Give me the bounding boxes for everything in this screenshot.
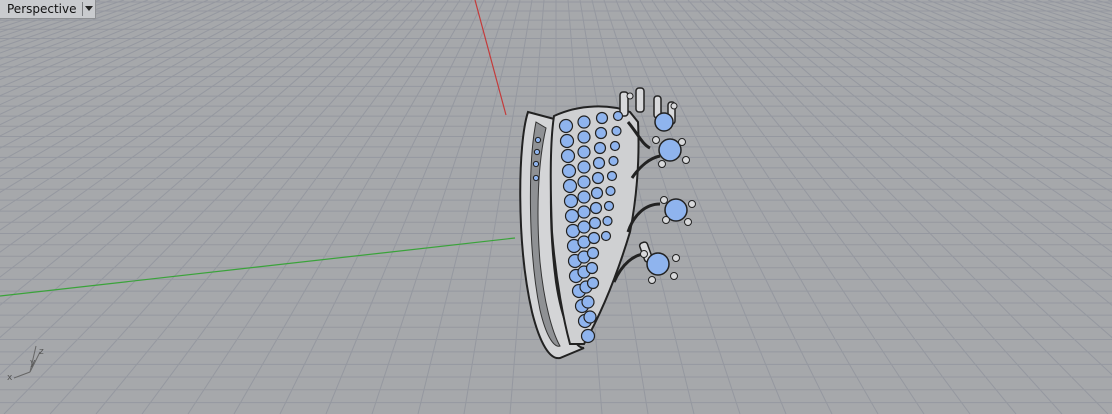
pave-gem — [585, 261, 599, 275]
ring-model[interactable] — [510, 82, 720, 372]
pave-gem — [577, 175, 591, 189]
pave-gem — [577, 130, 591, 144]
pave-gem — [580, 328, 596, 344]
pave-gem — [592, 156, 606, 170]
pave-gem — [609, 140, 621, 152]
pave-gem — [587, 231, 601, 245]
pave-gem — [588, 216, 602, 230]
pave-gem — [577, 190, 591, 204]
pave-gem — [559, 133, 575, 149]
pave-gem — [586, 276, 600, 290]
pave-gem — [591, 171, 605, 185]
axes-gizmo: z y x — [4, 342, 52, 384]
gizmo-z-label: z — [39, 347, 44, 357]
pave-gem — [577, 220, 591, 234]
pave-gem — [558, 118, 574, 134]
pave-gem — [581, 295, 595, 309]
pave-gem — [611, 125, 622, 137]
pave-gem — [595, 111, 609, 125]
pave-gem — [603, 200, 615, 212]
viewport-title-tab[interactable]: Perspective — [0, 0, 96, 19]
pave-gem — [560, 148, 576, 164]
pave-gem — [577, 160, 591, 174]
pave-gem — [590, 186, 604, 200]
gizmo-x-label: x — [7, 373, 13, 383]
pave-gem — [561, 163, 577, 179]
pave-gem — [593, 141, 607, 155]
pave-gem — [594, 126, 608, 140]
pave-gem — [586, 246, 600, 260]
pave-gem — [602, 215, 613, 227]
pave-gem — [589, 201, 603, 215]
pave-gem — [606, 170, 618, 182]
pave-gem — [563, 193, 579, 209]
pave-gem — [583, 310, 597, 324]
pave-gem — [562, 178, 578, 194]
pave-gem — [577, 205, 591, 219]
pave-gem — [612, 110, 624, 122]
perspective-viewport[interactable]: Perspective z y x — [0, 0, 1112, 414]
chevron-down-icon[interactable] — [83, 0, 95, 18]
pave-gem — [577, 115, 591, 129]
pave-gem — [605, 185, 616, 197]
viewport-title[interactable]: Perspective — [0, 0, 82, 18]
pave-gem — [600, 230, 612, 242]
pave-gem — [564, 208, 580, 224]
gizmo-y-label: y — [30, 358, 36, 368]
pave-gem — [577, 145, 591, 159]
pave-gem — [608, 155, 619, 167]
crown-gems — [646, 112, 688, 276]
